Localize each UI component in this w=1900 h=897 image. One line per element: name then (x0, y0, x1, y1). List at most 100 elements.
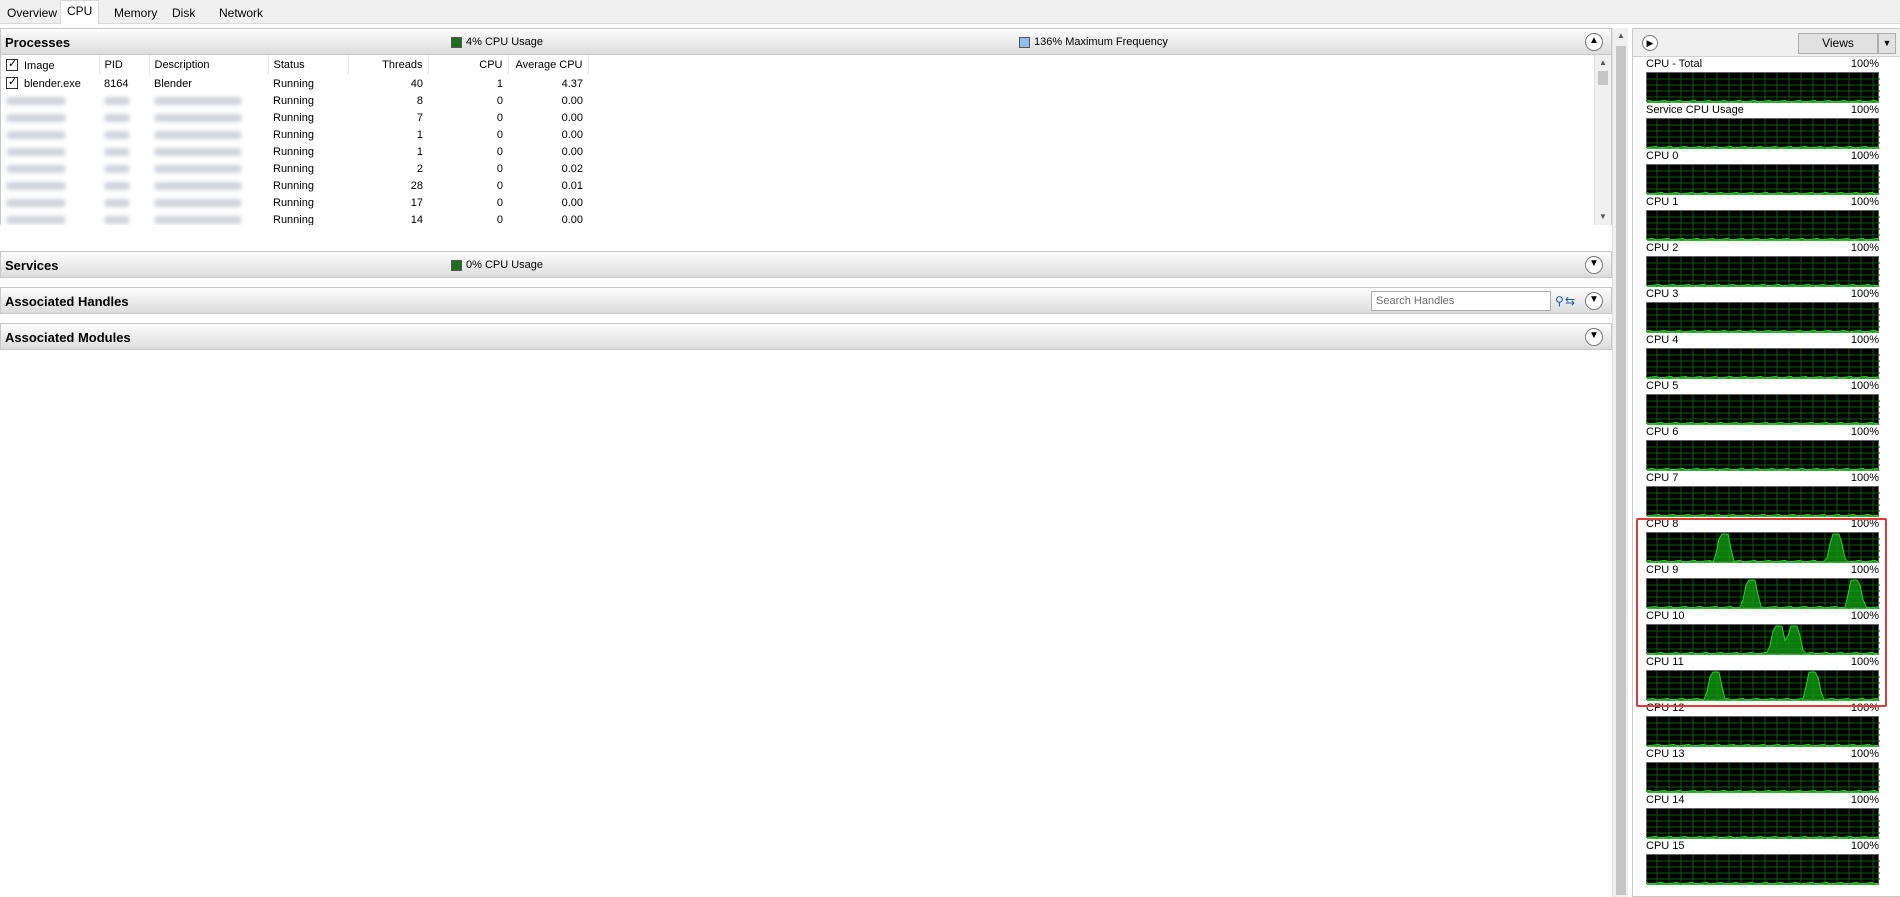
cpu-graph-block[interactable]: CPU 6 100% (1646, 426, 1880, 472)
redacted-text (154, 181, 242, 190)
cell-status: Running (273, 179, 314, 192)
cpu-usage-graph (1646, 486, 1880, 517)
column-header-image[interactable]: Image (1, 55, 100, 75)
graph-label: Service CPU Usage (1646, 104, 1744, 116)
cpu-graph-block[interactable]: CPU 7 100% (1646, 472, 1880, 518)
chevron-down-icon[interactable]: ▼ (1585, 256, 1603, 274)
refresh-icon[interactable]: ⇆ (1561, 292, 1579, 310)
handles-header[interactable]: Associated Handles Search Handles ⚲ ⇆ ▼ (0, 287, 1612, 314)
cell-cpu: 0 (496, 179, 503, 192)
processes-scrollbar[interactable]: ▲ ▼ (1594, 55, 1611, 225)
chevron-down-icon[interactable]: ▼ (1585, 292, 1603, 310)
cpu-graph-block[interactable]: Service CPU Usage 100% (1646, 104, 1880, 150)
redacted-text (154, 164, 242, 173)
scroll-thumb[interactable] (1598, 71, 1608, 85)
cpu-graph-block[interactable]: CPU 13 100% (1646, 748, 1880, 794)
cell-cpu: 0 (496, 128, 503, 141)
cpu-graph-block[interactable]: CPU 3 100% (1646, 288, 1880, 334)
tab-disk[interactable]: Disk (165, 2, 202, 24)
cell-pid (99, 126, 149, 143)
chevron-right-icon[interactable]: ▶ (1642, 35, 1658, 51)
cell-cpu: 0 (496, 213, 503, 226)
column-header-description[interactable]: Description (149, 55, 269, 75)
graph-max-label: 100% (1850, 748, 1879, 760)
scroll-thumb[interactable] (1616, 46, 1626, 895)
cell-pid (99, 211, 149, 225)
cpu-usage-graph (1646, 440, 1880, 471)
column-header-pid[interactable]: PID (99, 55, 150, 75)
tab-cpu[interactable]: CPU (60, 0, 100, 25)
cell-cpu: 0 (496, 145, 503, 158)
table-row[interactable]: blender.exe 8164 Blender Running 40 1 4.37 (1, 75, 588, 92)
modules-title: Associated Modules (5, 330, 131, 345)
column-header-status[interactable]: Status (268, 55, 349, 75)
modules-header[interactable]: Associated Modules ▼ (0, 323, 1612, 350)
row-checkbox[interactable] (6, 75, 18, 89)
graph-plot (1647, 395, 1880, 425)
cpu-graph-block[interactable]: CPU - Total 100% (1646, 58, 1880, 104)
left-panel-scrollbar[interactable]: ▲ (1612, 28, 1628, 897)
column-header-average-cpu[interactable]: Average CPU (508, 55, 589, 75)
cpu-graph-block[interactable]: CPU 2 100% (1646, 242, 1880, 288)
cpu-graph-block[interactable]: CPU 14 100% (1646, 794, 1880, 840)
views-button[interactable]: Views (1798, 33, 1878, 54)
redacted-text (154, 198, 242, 207)
cpu-graph-block[interactable]: CPU 1 100% (1646, 196, 1880, 242)
cpu-graph-block[interactable]: CPU 0 100% (1646, 150, 1880, 196)
tab-memory[interactable]: Memory (107, 2, 164, 24)
redacted-text (154, 215, 242, 224)
processes-header[interactable]: Processes 4% CPU Usage 136% Maximum Freq… (0, 28, 1612, 55)
scroll-down-icon[interactable]: ▼ (1595, 209, 1611, 225)
cpu-graphs-panel: ▶ Views ▼ CPU - Total 100% Service CPU Usa… (1632, 28, 1900, 897)
table-row[interactable]: Running 1 0 0.00 (1, 143, 588, 160)
handles-title: Associated Handles (5, 294, 129, 309)
graph-plot (1647, 303, 1880, 333)
cpu-graph-block[interactable]: CPU 15 100% (1646, 840, 1880, 886)
scroll-up-icon[interactable]: ▲ (1613, 28, 1629, 44)
column-header-threads[interactable]: Threads (348, 55, 429, 75)
cell-avg-cpu: 0.00 (561, 196, 583, 209)
cpu-graph-block[interactable]: CPU 5 100% (1646, 380, 1880, 426)
graph-label: CPU 14 (1646, 794, 1685, 806)
chevron-up-icon[interactable]: ▲ (1585, 33, 1603, 51)
scroll-up-icon[interactable]: ▲ (1595, 55, 1611, 71)
views-dropdown-icon[interactable]: ▼ (1878, 33, 1896, 54)
graph-plot (1647, 717, 1880, 747)
table-row[interactable]: Running 17 0 0.00 (1, 194, 588, 211)
graph-plot (1647, 855, 1880, 885)
cpu-usage-graph (1646, 118, 1880, 149)
select-all-checkbox[interactable] (6, 57, 18, 71)
redacted-text (6, 164, 66, 173)
table-row[interactable]: Running 8 0 0.00 (1, 92, 588, 109)
table-row[interactable]: Running 2 0 0.02 (1, 160, 588, 177)
cell-pid (99, 109, 149, 126)
services-title: Services (5, 258, 59, 273)
cpu-graph-block[interactable]: CPU 12 100% (1646, 702, 1880, 748)
processes-title: Processes (5, 35, 71, 50)
cell-description (149, 92, 268, 109)
tab-network[interactable]: Network (212, 2, 270, 24)
services-header[interactable]: Services 0% CPU Usage ▼ (0, 251, 1612, 278)
cell-avg-cpu: 0.00 (561, 128, 583, 141)
table-row[interactable]: Running 14 0 0.00 (1, 211, 588, 225)
table-row[interactable]: Running 7 0 0.00 (1, 109, 588, 126)
cell-status: Running (273, 77, 314, 90)
processes-table-area: Image PID Description Status Threads CPU… (0, 55, 1612, 225)
cell-description (149, 143, 268, 160)
graph-plot (1647, 119, 1880, 149)
table-row[interactable]: Running 28 0 0.01 (1, 177, 588, 194)
cell-avg-cpu: 0.00 (561, 94, 583, 107)
cpu-graph-block[interactable]: CPU 4 100% (1646, 334, 1880, 380)
search-handles-input[interactable]: Search Handles (1371, 291, 1551, 311)
redacted-text (6, 215, 66, 224)
chevron-down-icon[interactable]: ▼ (1585, 328, 1603, 346)
max-frequency-text: 136% Maximum Frequency (1034, 36, 1168, 48)
tab-overview[interactable]: Overview (0, 2, 64, 24)
cpu-usage-graph (1646, 854, 1880, 885)
cell-description (149, 211, 268, 225)
cell-threads: 7 (416, 111, 423, 124)
column-header-cpu[interactable]: CPU (428, 55, 509, 75)
max-frequency-legend: 136% Maximum Frequency (1019, 36, 1168, 48)
table-row[interactable]: Running 1 0 0.00 (1, 126, 588, 143)
redacted-text (104, 147, 130, 156)
